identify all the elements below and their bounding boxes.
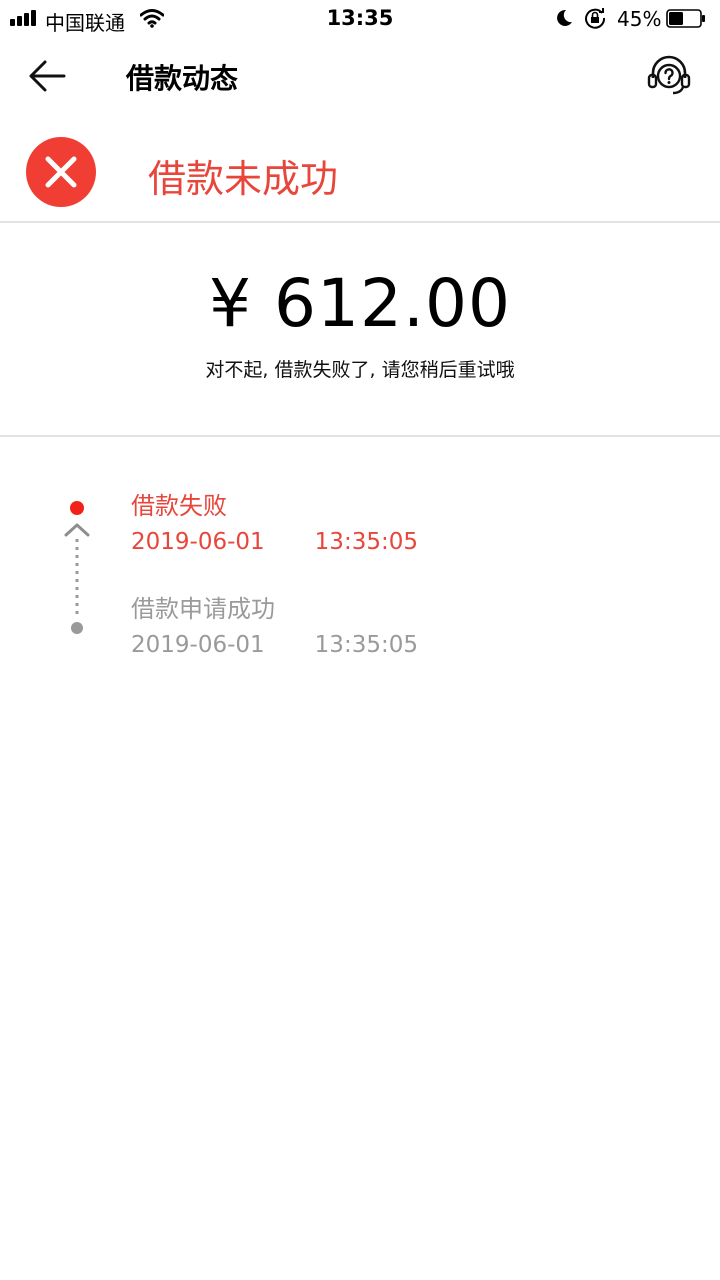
timeline-item-time: 13:35:05 <box>314 632 418 658</box>
timeline-item-date: 2019-06-01 <box>131 632 265 658</box>
timeline-item-meta: 2019-06-01 13:35:05 <box>131 527 418 557</box>
close-circle-icon <box>26 137 96 207</box>
loan-amount: ¥612.00 <box>0 265 720 342</box>
amount-value: 612.00 <box>274 265 511 342</box>
timeline-item-title: 借款申请成功 <box>131 595 275 623</box>
back-button[interactable] <box>26 55 68 97</box>
timeline-track <box>64 501 90 634</box>
battery-icon <box>666 9 705 28</box>
chevron-up-icon <box>64 523 90 537</box>
timeline-item-meta: 2019-06-01 13:35:05 <box>131 630 418 660</box>
nav-bar: 借款动态 <box>0 38 720 112</box>
timeline-item-date: 2019-06-01 <box>131 529 265 555</box>
status-time: 13:35 <box>326 6 394 30</box>
timeline-item-title: 借款失败 <box>131 492 227 520</box>
timeline-item-time: 13:35:05 <box>314 529 418 555</box>
moon-icon <box>557 9 572 26</box>
failure-message: 对不起, 借款失败了, 请您稍后重试哦 <box>205 359 515 381</box>
help-button[interactable] <box>646 53 692 99</box>
status-title: 借款未成功 <box>148 157 339 201</box>
timeline-dot-done <box>71 622 83 634</box>
rotation-lock-icon <box>585 8 606 29</box>
headset-help-icon <box>647 55 691 95</box>
loan-timeline: 借款失败 2019-06-01 13:35:05 借款申请成功 2019-06-0… <box>0 437 720 737</box>
timeline-dot-active <box>70 501 84 515</box>
timeline-item: 借款失败 2019-06-01 13:35:05 <box>131 491 418 557</box>
page-title: 借款动态 <box>126 62 239 95</box>
status-header: 借款未成功 <box>0 112 720 223</box>
timeline-item: 借款申请成功 2019-06-01 13:35:05 <box>131 594 418 660</box>
arrow-left-icon <box>29 60 66 92</box>
amount-section: ¥612.00 对不起, 借款失败了, 请您稍后重试哦 <box>0 223 720 437</box>
battery-percent: 45% <box>617 7 662 31</box>
currency-symbol: ¥ <box>209 265 253 342</box>
status-bar: 中国联通 13:35 45% <box>0 0 720 38</box>
